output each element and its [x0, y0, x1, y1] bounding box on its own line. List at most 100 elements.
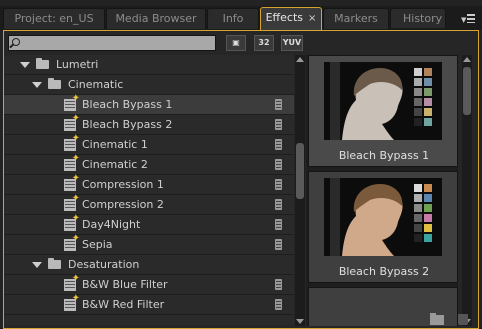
scroll-up-icon[interactable] [296, 57, 304, 62]
tree-item-compression-1[interactable]: ✦ Compression 1 [4, 173, 294, 195]
effect-preset-icon: ✦ [64, 294, 80, 311]
accelerated-badge-icon [275, 299, 282, 310]
effect-preset-icon: ✦ [64, 234, 80, 251]
tab-bar: Project: en_US Media Browser Info Effect… [0, 6, 482, 30]
effect-preset-icon: ✦ [64, 274, 80, 291]
preview-scrollbar-thumb[interactable] [463, 67, 471, 115]
yuv-filter-button[interactable]: YUV [281, 35, 303, 51]
effects-tree: Lumetri Cinematic ✦ Bleach Bypass 1 ✦ Bl… [4, 55, 294, 325]
tab-effects[interactable]: Effects × [260, 7, 322, 30]
tree-item-cinematic-1[interactable]: ✦ Cinematic 1 [4, 134, 294, 155]
folder-icon [36, 58, 49, 69]
folder-icon [48, 258, 61, 269]
search-box[interactable] [8, 35, 216, 51]
tree-folder-desaturation[interactable]: Desaturation [4, 255, 294, 275]
tree-item-label: Cinematic [68, 78, 124, 91]
star-icon: ✦ [71, 113, 80, 124]
accelerated-badge-icon [275, 279, 282, 290]
tab-history[interactable]: History [390, 8, 446, 28]
tab-history-label: History [403, 12, 443, 25]
panel-menu-icon[interactable]: ▼ [461, 13, 475, 24]
tree-item-bw-blue-filter[interactable]: ✦ B&W Blue Filter [4, 274, 294, 295]
disclosure-triangle-icon[interactable] [32, 82, 42, 88]
tree-item-compression-2[interactable]: ✦ Compression 2 [4, 194, 294, 215]
preview-scrollbar[interactable] [462, 55, 472, 326]
tab-markers[interactable]: Markers [323, 8, 389, 29]
accelerated-icon: ▣ [232, 38, 240, 47]
accelerated-badge-icon [275, 119, 282, 130]
tree-item-label: Bleach Bypass 1 [82, 98, 173, 111]
tree-item-label: Cinematic 2 [82, 158, 148, 171]
tree-item-label: Lumetri [56, 58, 99, 71]
tree-item-label: Cinematic 1 [82, 138, 148, 151]
star-icon: ✦ [71, 93, 80, 104]
star-icon: ✦ [71, 153, 80, 164]
tree-item-bleach-bypass-2[interactable]: ✦ Bleach Bypass 2 [4, 114, 294, 135]
tree-item-sepia[interactable]: ✦ Sepia [4, 234, 294, 255]
tree-item-label: Bleach Bypass 2 [82, 118, 173, 131]
folder-icon [48, 78, 61, 89]
search-icon [12, 38, 20, 46]
star-icon: ✦ [71, 173, 80, 184]
tab-media-browser-label: Media Browser [115, 12, 197, 25]
effect-preset-icon: ✦ [64, 194, 80, 211]
search-input[interactable] [27, 36, 213, 50]
star-icon: ✦ [71, 273, 80, 284]
effect-preset-icon: ✦ [64, 134, 80, 151]
effect-preset-icon: ✦ [64, 114, 80, 131]
star-icon: ✦ [71, 213, 80, 224]
tree-folder-lumetri[interactable]: Lumetri [4, 55, 294, 75]
scroll-down-icon[interactable] [296, 319, 304, 324]
tree-item-label: Desaturation [68, 258, 140, 271]
tree-item-label: Compression 1 [82, 178, 164, 191]
new-custom-bin-icon[interactable] [430, 313, 444, 325]
tree-item-label: Day4Night [82, 218, 141, 231]
tree-scrollbar-thumb[interactable] [296, 143, 304, 199]
tree-scrollbar[interactable] [295, 55, 305, 326]
tree-item-day4night[interactable]: ✦ Day4Night [4, 214, 294, 235]
tree-item-label: Compression 2 [82, 198, 164, 211]
accelerated-badge-icon [275, 239, 282, 250]
accelerated-badge-icon [275, 179, 282, 190]
star-icon: ✦ [71, 293, 80, 304]
tab-media-browser[interactable]: Media Browser [106, 8, 206, 29]
tree-item-label: B&W Blue Filter [82, 278, 168, 291]
portrait-thumbnail-image [324, 178, 442, 256]
disclosure-triangle-icon[interactable] [20, 62, 30, 68]
accelerated-badge-icon [275, 159, 282, 170]
effect-preset-icon: ✦ [64, 214, 80, 231]
scroll-up-icon[interactable] [463, 57, 471, 62]
tab-info-label: Info [222, 12, 244, 25]
preview-card-bleach-bypass-1[interactable]: Bleach Bypass 1 [308, 55, 458, 167]
preview-card-bleach-bypass-2[interactable]: Bleach Bypass 2 [308, 171, 458, 283]
tree-item-bw-red-filter[interactable]: ✦ B&W Red Filter [4, 294, 294, 315]
star-icon: ✦ [71, 133, 80, 144]
tab-effects-label: Effects [265, 11, 303, 24]
tree-folder-cinematic[interactable]: Cinematic [4, 75, 294, 95]
preview-thumbnail [324, 62, 442, 140]
accelerated-badge-icon [275, 99, 282, 110]
effects-panel: Project: en_US Media Browser Info Effect… [0, 0, 482, 329]
tab-info[interactable]: Info [207, 8, 259, 29]
tab-project-label: Project: en_US [14, 12, 94, 25]
disclosure-triangle-icon[interactable] [32, 262, 42, 268]
portrait-thumbnail-image [324, 62, 442, 140]
accelerated-badge-icon [275, 139, 282, 150]
preview-caption: Bleach Bypass 2 [338, 265, 430, 278]
effects-content: ▣ 32 YUV Lumetri Cinematic ✦ Bleach Bypa… [3, 30, 479, 329]
star-icon: ✦ [71, 233, 80, 244]
star-icon: ✦ [71, 193, 80, 204]
close-icon[interactable]: × [308, 13, 316, 24]
32-bit-filter-button[interactable]: 32 [254, 35, 274, 51]
tree-item-label: B&W Red Filter [82, 298, 165, 311]
preset-preview-pane: Bleach Bypass 1 Bleach Bypass 2 [306, 55, 458, 326]
tree-item-bleach-bypass-1[interactable]: ✦ Bleach Bypass 1 [4, 94, 294, 115]
tree-item-label: Sepia [82, 238, 113, 251]
tree-item-cinematic-2[interactable]: ✦ Cinematic 2 [4, 153, 294, 175]
effect-preset-icon: ✦ [64, 94, 80, 111]
accelerated-effects-filter-button[interactable]: ▣ [226, 35, 246, 51]
accelerated-badge-icon [275, 199, 282, 210]
accelerated-badge-icon [275, 219, 282, 230]
tab-project[interactable]: Project: en_US [3, 8, 105, 29]
trash-icon[interactable] [458, 314, 468, 325]
